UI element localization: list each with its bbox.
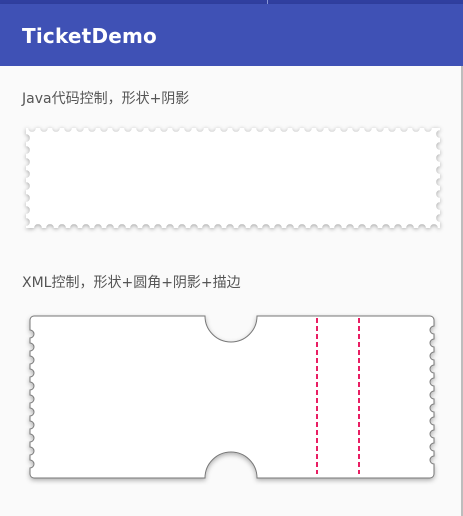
stamp-ticket-shape (26, 128, 440, 228)
app-title: TicketDemo (22, 24, 157, 48)
stamp-ticket (26, 128, 440, 228)
section-label-xml: XML控制，形状+圆角+阴影+描边 (22, 275, 241, 291)
notched-ticket-shape (29, 315, 435, 479)
notched-ticket (29, 315, 435, 479)
app-bar: TicketDemo (0, 4, 463, 66)
section-label-java: Java代码控制，形状+阴影 (22, 91, 190, 107)
content-area: Java代码控制，形状+阴影 XML控制，形状+圆角+阴影+描边 (0, 66, 463, 516)
